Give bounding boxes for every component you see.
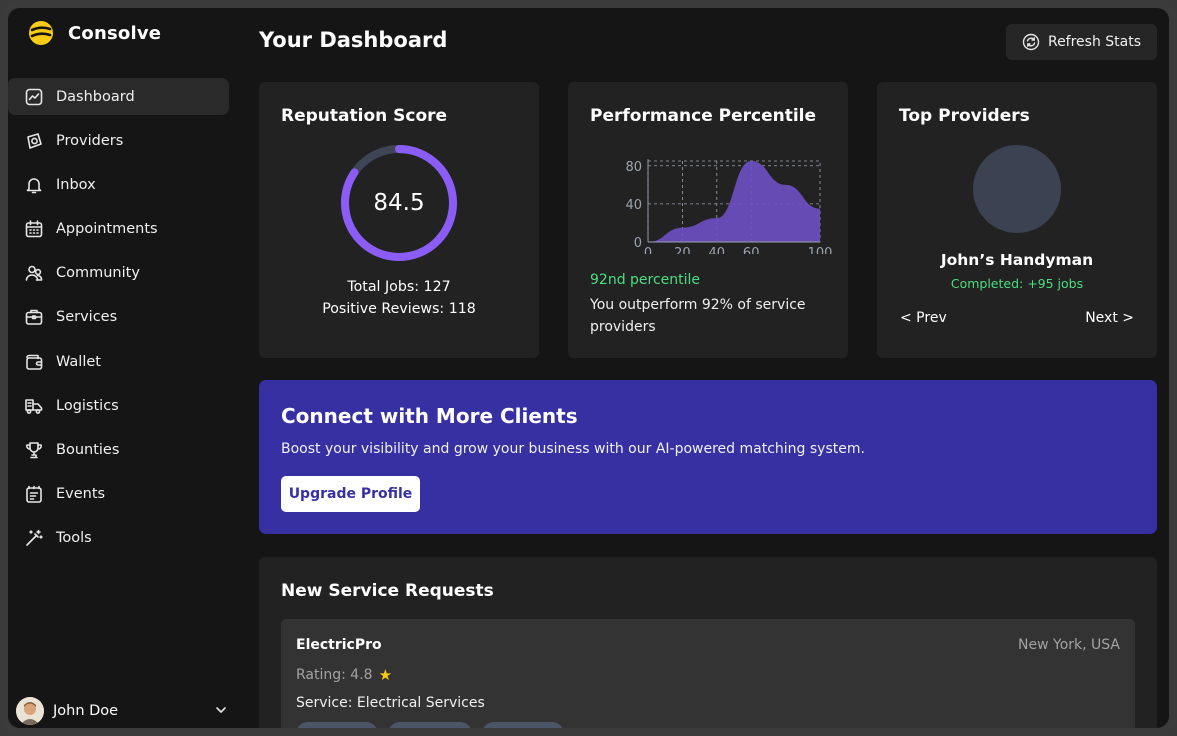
bell-icon <box>23 174 45 196</box>
prev-button[interactable]: < Prev <box>900 310 947 326</box>
user-name: John Doe <box>53 703 119 719</box>
chart-x-tick-label: 20 <box>674 246 691 254</box>
refresh-icon <box>1022 33 1040 51</box>
provider-name: John’s Handyman <box>940 251 1094 269</box>
provider-avatar <box>973 145 1061 233</box>
users-icon <box>23 262 45 284</box>
sidebar: Consolve Dashboard Providers Inbox Appoi… <box>8 8 236 728</box>
request-rating: Rating: 4.8 ★ <box>296 666 392 684</box>
calendar-icon <box>23 218 45 240</box>
trophy-icon <box>23 439 45 461</box>
total-jobs: Total Jobs: 127 <box>347 279 451 295</box>
sidebar-item-label: Services <box>56 309 118 326</box>
performance-chart: 0 20 40 60 100 0 40 80 <box>625 159 832 254</box>
consolve-logo-icon <box>29 21 53 45</box>
upgrade-profile-button[interactable]: Upgrade Profile <box>281 476 420 512</box>
app-name: Consolve <box>68 22 162 44</box>
main-content: Your Dashboard Refresh Stats Reputation … <box>259 8 1169 728</box>
chart-y-tick-label: 0 <box>634 236 642 251</box>
provider-completed: Completed: +95 jobs <box>950 276 1084 291</box>
sidebar-item-services[interactable]: Services <box>8 299 229 336</box>
request-tag <box>388 722 472 728</box>
sidebar-item-providers[interactable]: Providers <box>8 122 229 159</box>
promo-title: Connect with More Clients <box>281 404 578 428</box>
chart-x-tick-label: 0 <box>644 246 652 254</box>
sidebar-item-community[interactable]: Community <box>8 255 229 292</box>
sidebar-item-dashboard[interactable]: Dashboard <box>8 78 229 115</box>
sidebar-item-label: Events <box>56 486 106 503</box>
app-frame: Consolve Dashboard Providers Inbox Appoi… <box>0 0 1177 736</box>
sidebar-item-bounties[interactable]: Bounties <box>8 432 229 469</box>
request-service: Service: Electrical Services <box>296 695 485 711</box>
chart-x-tick-label: 60 <box>743 246 760 254</box>
request-provider-name: ElectricPro <box>296 637 382 653</box>
sidebar-item-label: Bounties <box>56 442 120 458</box>
sidebar-item-tools[interactable]: Tools <box>8 520 229 557</box>
sidebar-item-label: Wallet <box>56 353 101 370</box>
sidebar-item-events[interactable]: Events <box>8 476 229 513</box>
sidebar-item-appointments[interactable]: Appointments <box>8 211 229 248</box>
sidebar-item-inbox[interactable]: Inbox <box>8 166 229 203</box>
sidebar-item-logistics[interactable]: Logistics <box>8 387 229 424</box>
chart-x-tick-label: 40 <box>709 246 726 254</box>
sidebar-item-label: Providers <box>56 132 124 149</box>
chart-area-series <box>648 161 820 242</box>
top-providers-card: Top Providers John’s Handyman Completed:… <box>877 82 1157 358</box>
briefcase-icon <box>23 306 45 328</box>
percentile-description: You outperform 92% of service providers <box>590 297 806 335</box>
sidebar-item-label: Tools <box>56 530 92 547</box>
avatar <box>16 697 44 725</box>
request-tags <box>296 722 564 728</box>
request-tag <box>296 722 378 728</box>
user-menu[interactable]: John Doe <box>16 694 228 728</box>
star-icon: ★ <box>378 666 393 684</box>
request-location: New York, USA <box>1018 637 1120 653</box>
chart-y-tick-label: 40 <box>625 198 642 213</box>
brand[interactable]: Consolve <box>28 20 161 46</box>
reputation-title: Reputation Score <box>281 106 448 126</box>
sidebar-item-label: Logistics <box>56 397 119 414</box>
request-item[interactable]: ElectricPro New York, USA Rating: 4.8 ★ … <box>281 619 1135 728</box>
sidebar-item-label: Inbox <box>56 176 96 193</box>
chart-line-icon <box>23 86 45 108</box>
promo-subtitle: Boost your visibility and grow your busi… <box>281 441 865 457</box>
positive-reviews: Positive Reviews: 118 <box>322 301 476 317</box>
magic-wand-icon <box>23 527 45 549</box>
refresh-stats-label: Refresh Stats <box>1047 34 1142 50</box>
chevron-down-icon[interactable] <box>214 703 228 717</box>
page-title: Your Dashboard <box>259 28 448 52</box>
truck-icon <box>23 395 45 417</box>
top-providers-title: Top Providers <box>899 106 1030 126</box>
performance-title: Performance Percentile <box>590 106 817 126</box>
clipboard-icon <box>23 483 45 505</box>
promo-banner: Connect with More Clients Boost your vis… <box>259 380 1157 534</box>
request-tag <box>482 722 564 728</box>
sidebar-item-label: Dashboard <box>56 88 135 105</box>
next-button[interactable]: Next > <box>1085 310 1134 326</box>
wallet-icon <box>23 351 45 373</box>
sidebar-item-label: Community <box>56 265 140 282</box>
sidebar-item-label: Appointments <box>56 221 158 238</box>
service-requests-card: New Service Requests ElectricPro New Yor… <box>259 557 1157 728</box>
sidebar-nav: Dashboard Providers Inbox Appointments C… <box>8 78 229 564</box>
reputation-score: 84.5 <box>373 190 425 216</box>
chart-y-tick-label: 80 <box>625 160 642 175</box>
app-window: Consolve Dashboard Providers Inbox Appoi… <box>8 8 1169 728</box>
request-rating-text: Rating: 4.8 <box>296 667 373 683</box>
refresh-stats-button[interactable]: Refresh Stats <box>1006 24 1157 60</box>
percentile-label: 92nd percentile <box>590 272 701 288</box>
service-requests-title: New Service Requests <box>281 581 494 601</box>
reputation-card: Reputation Score 84.5 Total Jobs: 127 Po… <box>259 82 539 358</box>
sidebar-item-wallet[interactable]: Wallet <box>8 343 229 380</box>
disc-icon <box>23 130 45 152</box>
chart-x-tick-label: 100 <box>808 246 832 254</box>
performance-card: Performance Percentile 0 20 40 60 100 0 40 80 9… <box>568 82 848 358</box>
